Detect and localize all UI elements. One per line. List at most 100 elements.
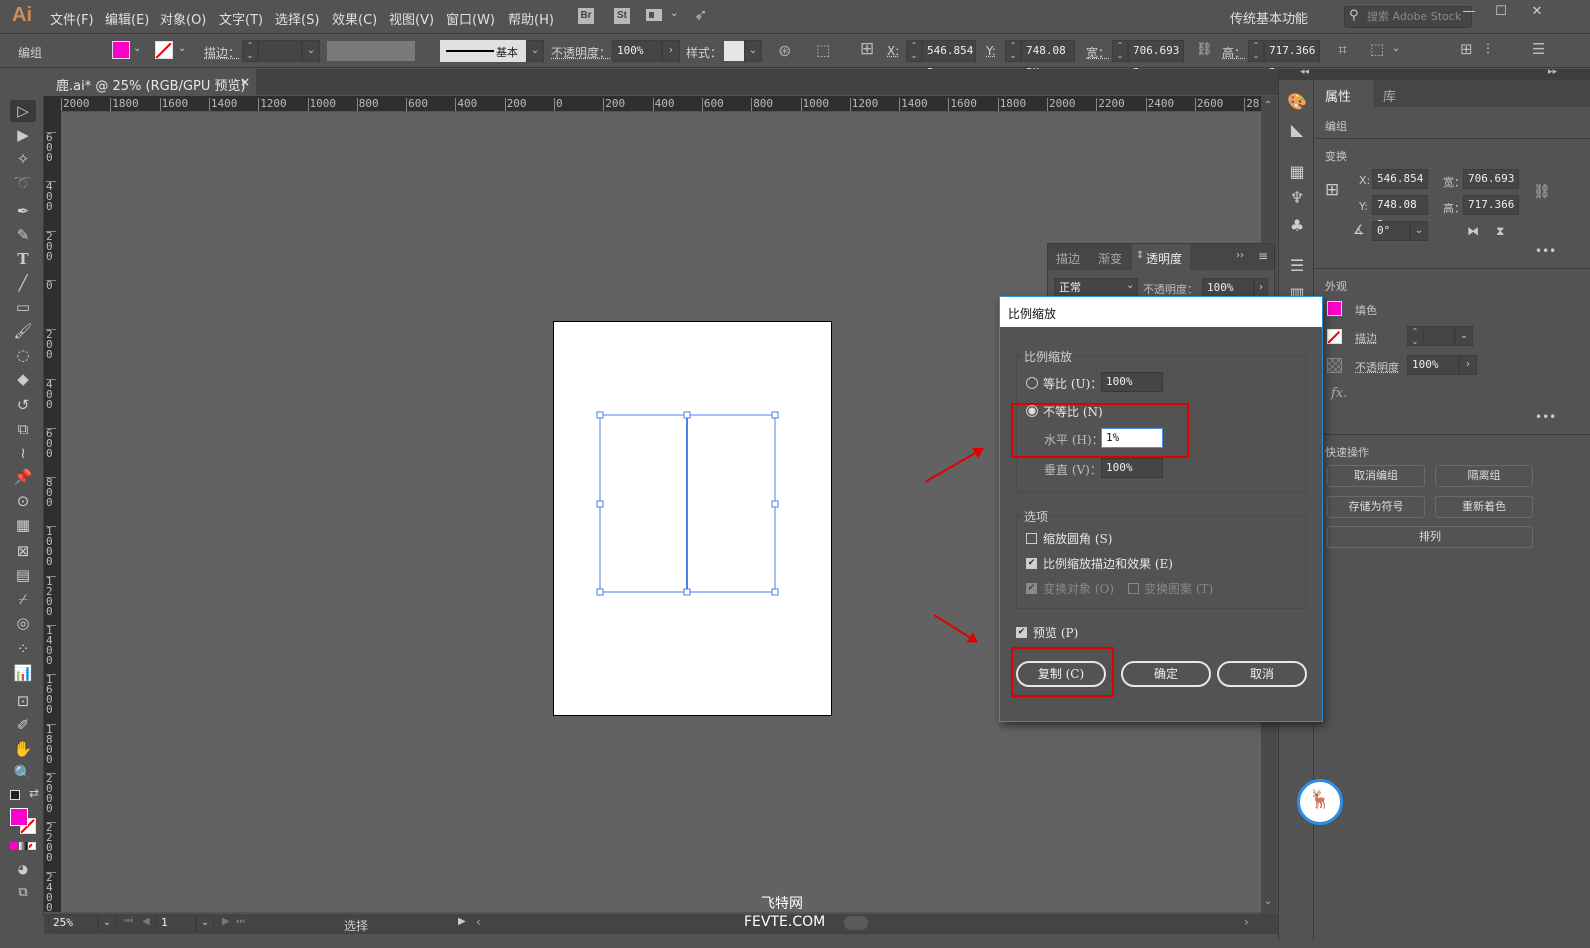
- symbol-sprayer-tool-icon[interactable]: ⁘: [10, 638, 36, 660]
- paintbrush-tool-icon[interactable]: 🖌: [10, 320, 36, 342]
- x-stepper[interactable]: ⌃ ⌄: [906, 40, 922, 62]
- menu-file[interactable]: 文件(F): [50, 9, 94, 28]
- stroke-weight-input[interactable]: [258, 40, 302, 62]
- tab-transparency[interactable]: ⇕ 透明度: [1132, 244, 1190, 270]
- next-artboard-button[interactable]: ▶: [222, 916, 230, 927]
- maximize-button[interactable]: ☐: [1484, 2, 1518, 22]
- scale-corners-checkbox[interactable]: [1026, 533, 1037, 544]
- expand-icon[interactable]: ▸▸: [1548, 67, 1557, 77]
- scroll-right-button[interactable]: ›: [1244, 915, 1249, 929]
- none-mode-icon[interactable]: [28, 842, 36, 850]
- opacity-expand-button[interactable]: ›: [1459, 355, 1477, 375]
- menu-edit[interactable]: 编辑(E): [105, 9, 149, 28]
- vertical-input[interactable]: 100%: [1101, 458, 1163, 478]
- chevron-down-icon[interactable]: ⌄: [133, 43, 141, 54]
- chevron-down-icon[interactable]: ⌄: [1292, 8, 1301, 21]
- stroke-weight-dropdown[interactable]: ⌄: [302, 40, 320, 62]
- magic-wand-tool-icon[interactable]: ✧: [10, 148, 36, 170]
- selection-tool-icon[interactable]: ▷: [10, 100, 36, 122]
- uniform-input[interactable]: 100%: [1101, 372, 1163, 392]
- menu-view[interactable]: 视图(V): [389, 9, 434, 28]
- more-options-icon[interactable]: •••: [1535, 244, 1556, 258]
- opacity-input[interactable]: 100%: [612, 40, 662, 62]
- gradient-mode-icon[interactable]: [19, 842, 27, 850]
- fill-swatch[interactable]: [112, 41, 130, 59]
- curvature-tool-icon[interactable]: ✎: [10, 224, 36, 246]
- hand-tool-icon[interactable]: ✋: [10, 738, 36, 760]
- style-dropdown[interactable]: ⌄: [744, 40, 762, 62]
- stroke-label[interactable]: 描边：: [204, 44, 240, 61]
- ungroup-button[interactable]: 取消编组: [1327, 465, 1425, 487]
- stroke-weight-stepper[interactable]: ⌃ ⌄: [1407, 326, 1423, 346]
- document-tab[interactable]: 鹿.ai* @ 25% (RGB/GPU 预览): [50, 69, 256, 95]
- stroke-label[interactable]: 描边: [1355, 330, 1377, 346]
- bridge-icon[interactable]: Br: [578, 8, 594, 24]
- swap-colors-icon[interactable]: ⇄: [29, 786, 39, 800]
- variable-width-profile[interactable]: [327, 41, 415, 61]
- opacity-label[interactable]: 不透明度：: [551, 44, 611, 61]
- line-tool-icon[interactable]: ╱: [10, 272, 36, 294]
- save-as-symbol-button[interactable]: 存储为符号: [1327, 496, 1425, 518]
- collapse-icon[interactable]: ◂◂: [1300, 67, 1309, 77]
- column-graph-tool-icon[interactable]: 📊: [10, 662, 36, 684]
- menu-type[interactable]: 文字(T): [219, 9, 263, 28]
- x-input[interactable]: 546.854 p: [922, 40, 976, 77]
- close-tab-button[interactable]: ×: [240, 75, 250, 89]
- y-input[interactable]: 748.08 px: [1021, 40, 1075, 77]
- current-tool-status[interactable]: 选择: [344, 917, 368, 934]
- isolate-icon[interactable]: ⌗: [1338, 40, 1347, 60]
- puppet-warp-tool-icon[interactable]: 📌: [10, 466, 36, 488]
- previous-artboard-button[interactable]: ◀: [142, 916, 150, 927]
- symbols-panel-icon[interactable]: ♣: [1287, 216, 1307, 236]
- y-input[interactable]: 748.08 p: [1372, 195, 1428, 229]
- menu-help[interactable]: 帮助(H): [508, 9, 554, 28]
- panel-menu-icon[interactable]: ☰: [1532, 40, 1545, 58]
- horizontal-ruler[interactable]: 2000 1800 1600 1400 1200 1000 800 600 400 200 0 200…: [61, 96, 1261, 112]
- pen-tool-icon[interactable]: ✒: [10, 200, 36, 222]
- mesh-tool-icon[interactable]: ⊠: [10, 540, 36, 562]
- dialog-title[interactable]: 比例缩放: [1000, 297, 1322, 327]
- stroke-swatch[interactable]: [155, 41, 173, 59]
- shaper-tool-icon[interactable]: ◌: [10, 344, 36, 366]
- stock-icon[interactable]: St: [614, 8, 630, 24]
- opacity-label[interactable]: 不透明度: [1355, 359, 1399, 375]
- recolor-artwork-icon[interactable]: ⊛: [778, 41, 791, 60]
- ok-button[interactable]: 确定: [1121, 661, 1211, 687]
- rocket-icon[interactable]: ➶: [694, 5, 707, 24]
- stroke-weight-dropdown[interactable]: ⌄: [1455, 326, 1473, 346]
- isolate-group-button[interactable]: 隔离组: [1435, 465, 1533, 487]
- stroke-panel-icon[interactable]: ☰: [1287, 256, 1307, 276]
- transform-patterns-checkbox[interactable]: [1128, 583, 1139, 594]
- selection-bounding-box[interactable]: [595, 410, 781, 600]
- first-artboard-button[interactable]: ⏮: [124, 916, 133, 927]
- rotate-tool-icon[interactable]: ↺: [10, 394, 36, 416]
- brush-dropdown[interactable]: ⌄: [526, 40, 544, 62]
- opacity-expand-button[interactable]: ›: [1254, 278, 1268, 298]
- x-input[interactable]: 546.854: [1372, 169, 1428, 189]
- cancel-button[interactable]: 取消: [1217, 661, 1307, 687]
- scale-tool-icon[interactable]: ⧉: [10, 418, 36, 440]
- lasso-tool-icon[interactable]: ➰: [10, 172, 36, 194]
- ruler-origin[interactable]: [44, 96, 61, 112]
- direct-selection-tool-icon[interactable]: ▶: [10, 124, 36, 146]
- rotation-input[interactable]: 0°: [1372, 221, 1410, 241]
- scale-strokes-checkbox[interactable]: ✔: [1026, 558, 1037, 569]
- panel-menu-icon[interactable]: ≡: [1258, 249, 1268, 263]
- reference-point-icon[interactable]: ⊞: [860, 39, 874, 59]
- more-options-icon[interactable]: •••: [1535, 410, 1556, 424]
- color-panel-icon[interactable]: 🎨: [1287, 92, 1307, 112]
- graphic-style-swatch[interactable]: [724, 41, 744, 61]
- menu-window[interactable]: 窗口(W): [446, 9, 495, 28]
- shape-builder-tool-icon[interactable]: ⊙: [10, 490, 36, 512]
- color-guide-icon[interactable]: ◣: [1287, 120, 1307, 140]
- effects-button[interactable]: fx.: [1331, 386, 1347, 401]
- horizontal-scroll-thumb[interactable]: [844, 916, 868, 930]
- height-input[interactable]: 717.366 p: [1264, 40, 1320, 77]
- transform-objects-checkbox[interactable]: ✔: [1026, 583, 1037, 594]
- uniform-radio[interactable]: [1026, 377, 1038, 389]
- artboard-number-input[interactable]: 1: [156, 914, 196, 932]
- minimize-button[interactable]: —: [1452, 2, 1486, 22]
- menu-select[interactable]: 选择(S): [275, 9, 319, 28]
- rotation-dropdown[interactable]: ⌄: [1410, 221, 1428, 241]
- gradient-tool-icon[interactable]: ▤: [10, 564, 36, 586]
